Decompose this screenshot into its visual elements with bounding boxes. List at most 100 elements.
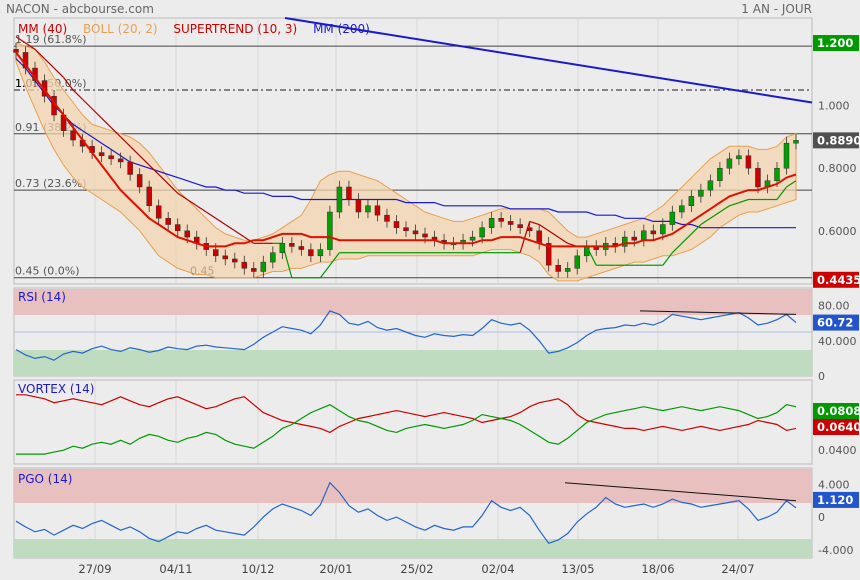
fib-level-label: 0.45 (0.0%)	[15, 265, 80, 278]
candle-body	[317, 249, 324, 257]
candle-body	[479, 227, 485, 238]
candle-body	[260, 261, 267, 272]
vortex-minus-line	[16, 394, 797, 434]
candle-body	[279, 243, 286, 253]
main-y-tick-label: 1.000	[818, 100, 850, 113]
candle-body	[679, 205, 685, 213]
legend-mm40: MM (40)	[18, 22, 68, 36]
candle-body	[213, 249, 219, 257]
candle-body	[507, 221, 514, 225]
candle-body	[174, 224, 181, 232]
main-y-tick-label: 0.8000	[818, 162, 857, 175]
pgo-y-tick-label: 4.000	[818, 478, 850, 491]
supertrend-segment	[205, 211, 217, 219]
price-badge-label: 1.200	[817, 36, 853, 50]
candle-body	[583, 246, 590, 257]
rsi-y-tick-label: 40.000	[818, 335, 857, 348]
candle-body	[270, 252, 276, 263]
candle-body	[488, 218, 495, 228]
main-y-tick-label: 0.6000	[818, 225, 857, 238]
supertrend-segment	[319, 264, 331, 279]
rsi-title: RSI (14)	[18, 290, 66, 304]
pgo-high-zone	[14, 469, 812, 503]
candle-body	[241, 261, 248, 269]
candle-body	[622, 236, 628, 247]
x-tick-label: 25/02	[400, 562, 433, 576]
supertrend-segment	[91, 108, 103, 119]
pgo-y-tick-label: -4.000	[818, 544, 853, 557]
candle-body	[136, 174, 143, 188]
candle-body	[232, 258, 238, 263]
candle-body	[308, 249, 314, 257]
candle-body	[688, 196, 695, 207]
candle-body	[469, 236, 476, 241]
supertrend-segment	[234, 230, 245, 238]
candle-body	[698, 189, 704, 197]
vortex-y-tick-label: 0.0400	[818, 444, 857, 457]
supertrend-segment	[215, 217, 226, 226]
candle-body	[526, 227, 533, 232]
supertrend-segment	[82, 98, 93, 110]
pgo-badge-label: 1.120	[817, 493, 853, 507]
candle-body	[108, 155, 114, 160]
candle-body	[660, 224, 666, 235]
x-tick-label: 27/09	[78, 562, 111, 576]
candle-body	[498, 218, 504, 222]
candle-body	[374, 205, 381, 216]
vortex-badge-label: 0.0808	[817, 404, 860, 418]
candle-body	[717, 167, 723, 181]
candle-body	[336, 186, 343, 213]
x-tick-label: 02/04	[481, 562, 514, 576]
x-tick-label: 04/11	[159, 562, 192, 576]
pgo-low-zone	[14, 539, 812, 558]
supertrend-segment	[101, 117, 112, 128]
bollinger-band	[15, 42, 797, 282]
x-tick-label: 13/05	[561, 562, 594, 576]
candle-body	[793, 140, 799, 144]
candle-body	[631, 236, 638, 241]
candle-body	[146, 186, 152, 207]
vortex-badge-label: 0.0640	[817, 420, 860, 434]
candle-body	[165, 218, 171, 225]
stock-chart: 27/09 04/11 10/12 20/01 25/02 02/04 13/05 18/06…	[13, 17, 860, 576]
legend-mm200: MM (200)	[313, 22, 370, 36]
x-tick-label: 24/07	[721, 562, 754, 576]
rsi-oversold-zone	[14, 350, 812, 376]
candle-body	[412, 230, 419, 235]
pgo-title: PGO (14)	[18, 472, 73, 486]
chart-legend: MM (40) BOLL (20, 2) SUPERTREND (10, 3) …	[18, 22, 370, 36]
candle-body	[650, 230, 657, 235]
candle-body	[422, 233, 428, 238]
candle-body	[641, 230, 647, 241]
candle-body	[564, 268, 571, 272]
candle-body	[669, 211, 676, 225]
pgo-y-tick-label: 0	[818, 511, 825, 524]
rsi-y-tick-label: 80.00	[818, 300, 850, 313]
candle-body	[536, 230, 542, 244]
legend-bollinger: BOLL (20, 2)	[82, 22, 158, 36]
candle-body	[774, 167, 780, 181]
candle-body	[98, 152, 105, 156]
candle-body	[745, 155, 752, 169]
vortex-panel-frame	[13, 379, 813, 465]
price-badge-label: 0.8890	[817, 133, 860, 147]
candle-body	[13, 49, 19, 53]
price-badge-label: 0.4435	[817, 273, 860, 287]
candle-body	[327, 211, 333, 250]
candle-body	[384, 214, 390, 222]
vortex-title: VORTEX (14)	[18, 382, 95, 396]
candle-body	[346, 186, 352, 200]
candle-body	[393, 221, 400, 228]
candle-body	[574, 255, 580, 269]
supertrend-segment	[224, 224, 236, 232]
candle-body	[403, 227, 409, 232]
candle-body	[298, 246, 305, 250]
candle-body	[555, 264, 561, 272]
x-tick-label: 10/12	[241, 562, 274, 576]
x-tick-label: 18/06	[641, 562, 674, 576]
candle-body	[736, 155, 742, 160]
candle-body	[289, 243, 295, 247]
candle-body	[155, 205, 162, 219]
rsi-badge-label: 60.72	[817, 316, 853, 330]
candle-body	[707, 180, 714, 191]
